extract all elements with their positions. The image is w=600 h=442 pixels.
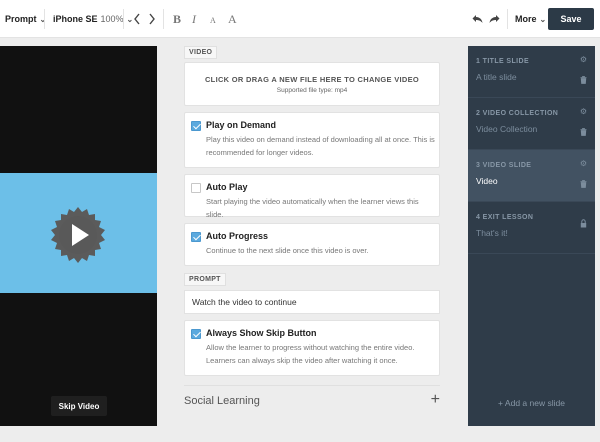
option-description: Allow the learner to progress without wa…	[206, 343, 415, 365]
plus-icon: +	[498, 398, 504, 408]
slide-subtitle: Video	[476, 176, 498, 186]
video-preview: Skip Video	[0, 46, 157, 426]
trash-icon[interactable]	[580, 76, 587, 84]
option-play-on-demand: Play on Demand Play this video on demand…	[184, 112, 440, 168]
upload-title: CLICK OR DRAG A NEW FILE HERE TO CHANGE …	[204, 75, 420, 84]
upload-hint: Supported file type: mp4	[276, 87, 348, 94]
bold-button[interactable]: B	[173, 0, 181, 38]
option-title: Auto Progress	[206, 231, 269, 241]
larger-text-button[interactable]: A	[228, 0, 237, 38]
option-description: Play this video on demand instead of dow…	[206, 135, 435, 157]
add-slide-button[interactable]: + Add a new slide	[468, 398, 595, 408]
slide-item-video-collection[interactable]: 2 VIDEO COLLECTION Video Collection ⚙	[468, 98, 595, 150]
option-description: Start playing the video automatically wh…	[206, 197, 419, 219]
social-learning-label: Social Learning	[184, 395, 260, 407]
gear-icon[interactable]: ⚙	[580, 159, 587, 168]
auto-progress-checkbox[interactable]	[191, 232, 201, 242]
play-button[interactable]	[49, 206, 107, 264]
option-title: Always Show Skip Button	[206, 328, 317, 338]
slide-title: 2 VIDEO COLLECTION	[476, 110, 559, 117]
chevron-right-icon	[149, 13, 155, 25]
auto-play-checkbox[interactable]	[191, 183, 201, 193]
divider	[44, 9, 45, 29]
divider	[163, 9, 164, 29]
undo-icon	[472, 15, 483, 23]
slide-subtitle: A title slide	[476, 72, 517, 82]
device-label: iPhone SE	[53, 14, 98, 24]
video-section-label: VIDEO	[184, 46, 218, 59]
chevron-down-icon: ⌄	[539, 14, 547, 24]
slide-subtitle: That's it!	[476, 228, 508, 238]
smaller-text-button[interactable]: A	[210, 0, 216, 38]
play-on-demand-checkbox[interactable]	[191, 121, 201, 131]
mode-label: Prompt	[5, 14, 37, 24]
plus-icon[interactable]: +	[431, 391, 440, 409]
option-auto-play: Auto Play Start playing the video automa…	[184, 174, 440, 219]
trash-icon[interactable]	[580, 128, 587, 136]
trash-icon[interactable]	[580, 180, 587, 188]
option-auto-progress: Auto Progress Continue to the next slide…	[184, 223, 440, 266]
chevron-left-icon	[134, 13, 140, 25]
slide-subtitle: Video Collection	[476, 124, 538, 134]
next-button[interactable]	[148, 0, 156, 38]
slide-item-title[interactable]: 1 TITLE SLIDE A title slide ⚙	[468, 46, 595, 98]
divider	[123, 9, 124, 29]
slide-item-video[interactable]: 3 VIDEO SLIDE Video ⚙	[468, 150, 595, 202]
video-upload-dropzone[interactable]: CLICK OR DRAG A NEW FILE HERE TO CHANGE …	[184, 62, 440, 106]
option-description: Continue to the next slide once this vid…	[206, 246, 369, 255]
app-window: Prompt ⌄ iPhone SE 100% ⌄ B I A A More ⌄…	[0, 0, 600, 442]
slide-title: 4 EXIT LESSON	[476, 214, 534, 221]
redo-icon	[489, 15, 500, 23]
redo-button[interactable]	[489, 0, 500, 38]
prompt-input[interactable]: Watch the video to continue	[184, 290, 440, 314]
always-show-skip-checkbox[interactable]	[191, 329, 201, 339]
zoom-label: 100%	[100, 14, 124, 24]
more-dropdown[interactable]: More ⌄	[515, 0, 546, 38]
option-title: Auto Play	[206, 182, 248, 192]
social-learning-row[interactable]: Social Learning +	[184, 385, 440, 417]
prev-button[interactable]	[133, 0, 141, 38]
option-always-show-skip: Always Show Skip Button Allow the learne…	[184, 320, 440, 376]
option-title: Play on Demand	[206, 120, 277, 130]
device-dropdown[interactable]: iPhone SE 100% ⌄	[53, 0, 133, 38]
slide-item-exit-lesson[interactable]: 4 EXIT LESSON That's it!	[468, 202, 595, 254]
mode-dropdown[interactable]: Prompt ⌄	[5, 0, 46, 38]
gear-icon[interactable]: ⚙	[580, 55, 587, 64]
italic-button[interactable]: I	[192, 0, 196, 38]
divider	[507, 9, 508, 29]
slide-title: 1 TITLE SLIDE	[476, 58, 530, 65]
prompt-section-label: PROMPT	[184, 273, 226, 286]
slide-title: 3 VIDEO SLIDE	[476, 162, 532, 169]
skip-video-button[interactable]: Skip Video	[51, 396, 107, 416]
more-label: More	[515, 14, 537, 24]
gear-icon[interactable]: ⚙	[580, 107, 587, 116]
play-icon	[51, 207, 105, 263]
add-slide-label: Add a new slide	[504, 398, 565, 408]
chevron-down-icon: ⌄	[39, 14, 47, 24]
lock-icon	[580, 219, 587, 228]
undo-button[interactable]	[472, 0, 483, 38]
top-toolbar: Prompt ⌄ iPhone SE 100% ⌄ B I A A More ⌄…	[0, 0, 600, 38]
slide-list: 1 TITLE SLIDE A title slide ⚙ 2 VIDEO CO…	[468, 46, 595, 426]
save-button[interactable]: Save	[548, 8, 594, 30]
